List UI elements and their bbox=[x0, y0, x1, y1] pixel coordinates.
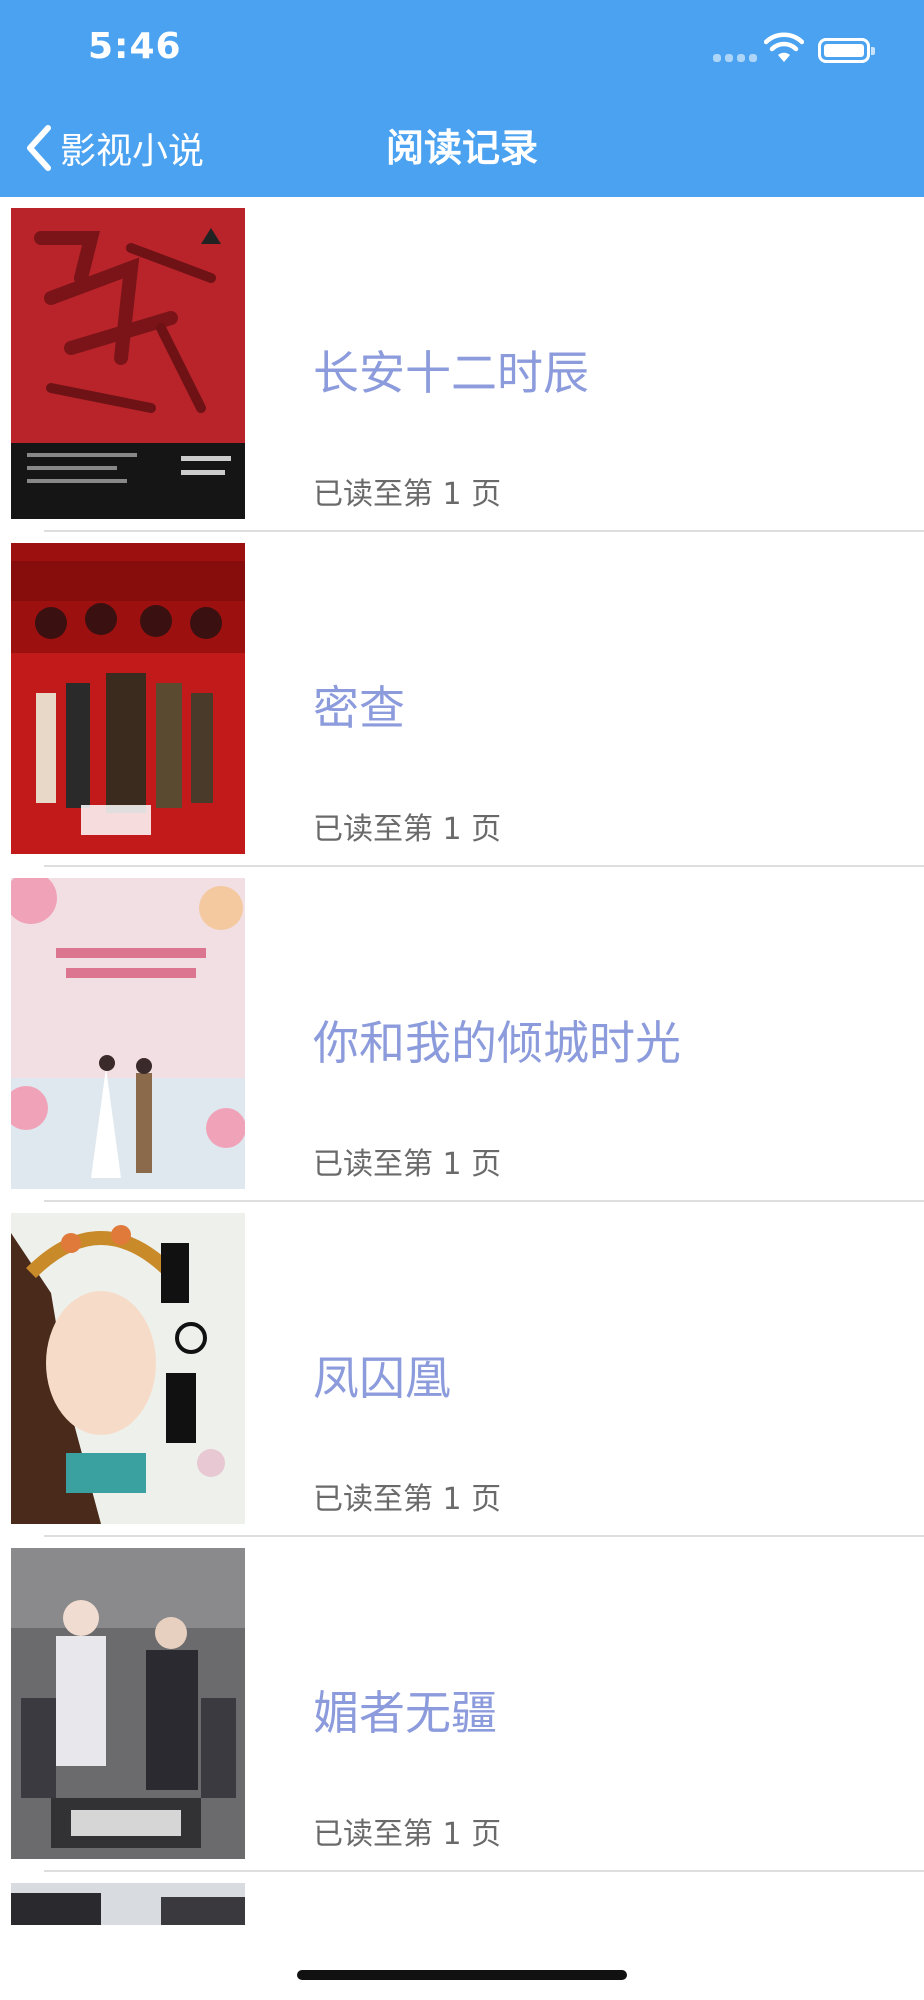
list-item[interactable]: 你和我的倾城时光 已读至第 1 页 bbox=[0, 867, 924, 1202]
row-divider bbox=[44, 1870, 924, 1872]
book-title: 媚者无疆 bbox=[313, 1686, 497, 1740]
reading-history-list: 长安十二时辰 已读至第 1 页 密查 已读至第 1 页 你和我的倾城时光 已读至… bbox=[0, 197, 924, 1872]
book-cover-image bbox=[11, 208, 245, 519]
book-cover-image-partial bbox=[11, 1883, 245, 1925]
wifi-icon bbox=[764, 32, 804, 62]
book-title: 凤囚凰 bbox=[313, 1351, 451, 1405]
list-item[interactable]: 媚者无疆 已读至第 1 页 bbox=[0, 1537, 924, 1872]
book-cover-image bbox=[11, 543, 245, 854]
book-title: 长安十二时辰 bbox=[313, 346, 589, 400]
reading-progress: 已读至第 1 页 bbox=[313, 477, 502, 512]
status-time: 5:46 bbox=[88, 26, 182, 67]
reading-progress: 已读至第 1 页 bbox=[313, 812, 502, 847]
list-item[interactable]: 长安十二时辰 已读至第 1 页 bbox=[0, 197, 924, 532]
book-title: 密查 bbox=[313, 681, 405, 735]
list-item[interactable]: 密查 已读至第 1 页 bbox=[0, 532, 924, 867]
book-cover-image bbox=[11, 1548, 245, 1859]
book-title: 你和我的倾城时光 bbox=[313, 1016, 681, 1070]
signal-icon bbox=[713, 54, 757, 62]
reading-progress: 已读至第 1 页 bbox=[313, 1482, 502, 1517]
page-title: 阅读记录 bbox=[385, 126, 538, 170]
list-item[interactable]: 凤囚凰 已读至第 1 页 bbox=[0, 1202, 924, 1537]
book-cover-image bbox=[11, 878, 245, 1189]
reading-progress: 已读至第 1 页 bbox=[313, 1147, 502, 1182]
book-cover-image bbox=[11, 1213, 245, 1524]
reading-progress: 已读至第 1 页 bbox=[313, 1817, 502, 1852]
battery-icon bbox=[818, 38, 875, 63]
navigation-header: 5:46 影视小说 阅读记录 bbox=[0, 0, 924, 197]
home-indicator bbox=[297, 1970, 627, 1980]
